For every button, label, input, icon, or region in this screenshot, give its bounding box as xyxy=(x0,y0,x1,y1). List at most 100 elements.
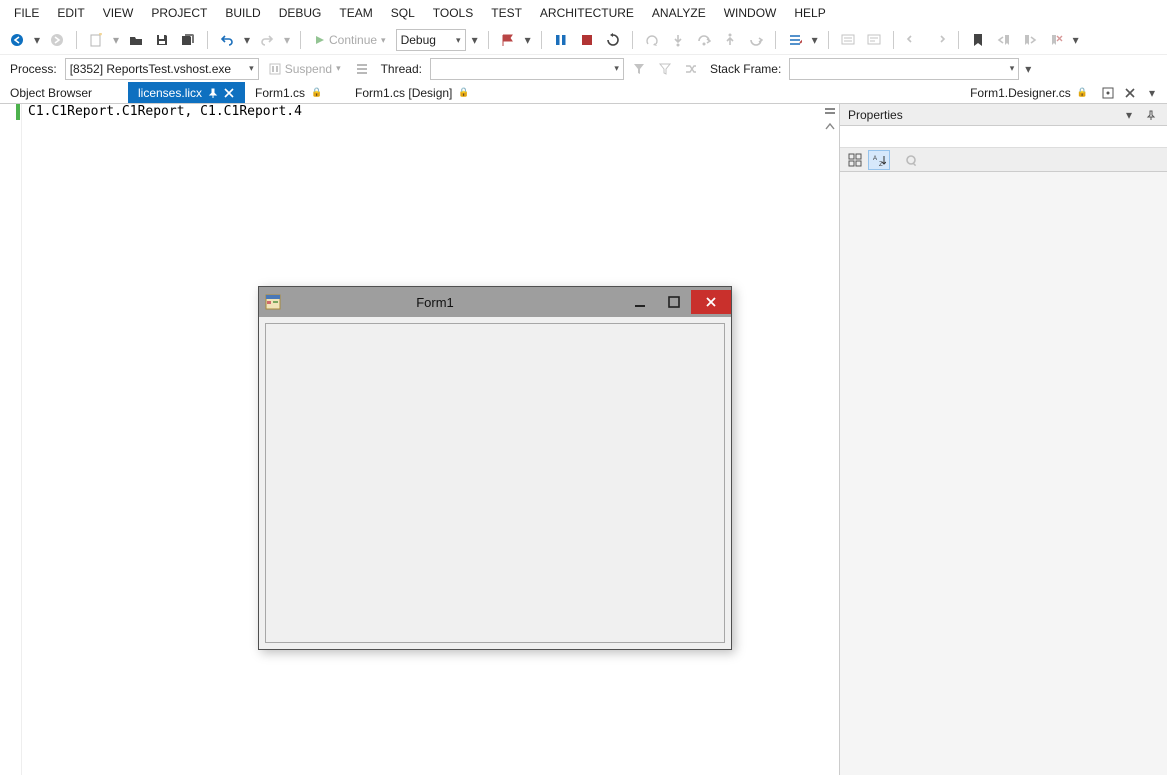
save-icon[interactable] xyxy=(151,29,173,51)
configuration-combo[interactable]: Debug ▾ xyxy=(396,29,466,51)
stop-icon[interactable] xyxy=(576,29,598,51)
menu-edit[interactable]: EDIT xyxy=(49,2,92,24)
menu-analyze[interactable]: ANALYZE xyxy=(644,2,714,24)
thread-icon[interactable] xyxy=(351,58,373,80)
nav-back-dropdown[interactable]: ▾ xyxy=(32,29,42,51)
step-over-icon[interactable] xyxy=(693,29,715,51)
menu-architecture[interactable]: ARCHITECTURE xyxy=(532,2,642,24)
bookmark-icon[interactable] xyxy=(967,29,989,51)
tab-form1-designer-cs[interactable]: Form1.Designer.cs 🔒 xyxy=(960,82,1099,103)
lock-icon: 🔒 xyxy=(1077,87,1088,98)
clear-bookmarks-icon[interactable] xyxy=(1045,29,1067,51)
thread-combo[interactable]: ▾ xyxy=(430,58,624,80)
menu-build[interactable]: BUILD xyxy=(217,2,268,24)
active-files-icon[interactable] xyxy=(1099,84,1117,102)
menu-file[interactable]: FILE xyxy=(6,2,47,24)
restart-icon[interactable] xyxy=(602,29,624,51)
menu-view[interactable]: VIEW xyxy=(95,2,142,24)
separator xyxy=(893,31,894,49)
intellitrace-icon[interactable] xyxy=(784,29,806,51)
suspend-label: Suspend xyxy=(285,62,332,76)
save-all-icon[interactable] xyxy=(177,29,199,51)
nav-back-icon[interactable] xyxy=(6,29,28,51)
svg-text:A: A xyxy=(873,156,877,162)
redo-icon[interactable] xyxy=(256,29,278,51)
step-out-icon[interactable] xyxy=(719,29,741,51)
redo-step-icon[interactable] xyxy=(928,29,950,51)
filter-icon[interactable] xyxy=(628,58,650,80)
undo-step-icon[interactable] xyxy=(902,29,924,51)
form-title: Form1 xyxy=(287,295,623,310)
lock-icon: 🔒 xyxy=(458,87,469,98)
continue-button[interactable]: Continue ▾ xyxy=(309,31,392,49)
tab-form1-cs[interactable]: Form1.cs 🔒 xyxy=(245,82,345,103)
pause-icon[interactable] xyxy=(550,29,572,51)
undo-dropdown[interactable]: ▾ xyxy=(242,29,252,51)
close-tab-icon[interactable] xyxy=(1121,84,1139,102)
process-label: Process: xyxy=(6,62,61,76)
tab-licenses[interactable]: licenses.licx xyxy=(128,82,245,103)
intellitrace-dropdown[interactable]: ▾ xyxy=(810,29,820,51)
show-next-statement-icon[interactable] xyxy=(641,29,663,51)
running-form-window[interactable]: Form1 xyxy=(258,286,732,650)
step-into-current-icon[interactable] xyxy=(745,29,767,51)
property-pages-icon[interactable] xyxy=(900,150,922,170)
open-file-icon[interactable] xyxy=(125,29,147,51)
step-into-icon[interactable] xyxy=(667,29,689,51)
flag-filter-icon[interactable] xyxy=(654,58,676,80)
toolbar-debug-location: Process: [8352] ReportsTest.vshost.exe ▾… xyxy=(0,54,1167,82)
pin-icon[interactable] xyxy=(208,88,218,98)
change-marker xyxy=(16,104,20,120)
alphabetical-icon[interactable]: AZ xyxy=(868,150,890,170)
chevron-down-icon: ▾ xyxy=(249,63,254,74)
lock-icon: 🔒 xyxy=(311,87,322,98)
scroll-up-icon[interactable] xyxy=(821,120,839,134)
suspend-button[interactable]: Suspend ▾ xyxy=(263,60,347,78)
close-button[interactable] xyxy=(691,290,731,314)
tab-form1-design[interactable]: Form1.cs [Design] 🔒 xyxy=(345,82,481,103)
maximize-button[interactable] xyxy=(657,290,691,314)
menu-help[interactable]: HELP xyxy=(786,2,833,24)
close-icon[interactable] xyxy=(224,88,234,98)
prev-bookmark-icon[interactable] xyxy=(993,29,1015,51)
chevron-down-icon: ▾ xyxy=(456,35,461,46)
nav-forward-icon[interactable] xyxy=(46,29,68,51)
uncomment-icon[interactable] xyxy=(863,29,885,51)
menu-project[interactable]: PROJECT xyxy=(143,2,215,24)
form-titlebar[interactable]: Form1 xyxy=(259,287,731,317)
toolbar-overflow[interactable]: ▾ xyxy=(1023,58,1033,80)
comment-icon[interactable] xyxy=(837,29,859,51)
separator xyxy=(775,31,776,49)
stackframe-combo[interactable]: ▾ xyxy=(789,58,1019,80)
new-item-icon[interactable] xyxy=(85,29,107,51)
document-tabs: Object Browser licenses.licx Form1.cs 🔒 … xyxy=(0,82,1167,104)
tab-object-browser[interactable]: Object Browser xyxy=(0,82,128,103)
window-position-icon[interactable]: ▾ xyxy=(1121,107,1137,123)
tab-dropdown-icon[interactable]: ▾ xyxy=(1143,84,1161,102)
breakpoint-flag-icon[interactable] xyxy=(497,29,519,51)
menu-debug[interactable]: DEBUG xyxy=(271,2,330,24)
process-value: [8352] ReportsTest.vshost.exe xyxy=(70,62,231,76)
new-item-dropdown[interactable]: ▾ xyxy=(111,29,121,51)
minimize-button[interactable] xyxy=(623,290,657,314)
process-combo[interactable]: [8352] ReportsTest.vshost.exe ▾ xyxy=(65,58,259,80)
properties-body xyxy=(840,172,1167,775)
menu-team[interactable]: TEAM xyxy=(331,2,380,24)
split-grip-icon[interactable] xyxy=(821,104,839,118)
menu-test[interactable]: TEST xyxy=(483,2,530,24)
properties-object-combo[interactable] xyxy=(840,126,1167,148)
menu-tools[interactable]: TOOLS xyxy=(425,2,481,24)
breakpoint-dropdown[interactable]: ▾ xyxy=(523,29,533,51)
menu-sql[interactable]: SQL xyxy=(383,2,423,24)
next-bookmark-icon[interactable] xyxy=(1019,29,1041,51)
toolbar-overflow[interactable]: ▾ xyxy=(1071,29,1081,51)
categorized-icon[interactable] xyxy=(844,150,866,170)
undo-icon[interactable] xyxy=(216,29,238,51)
properties-header: Properties ▾ xyxy=(840,104,1167,126)
redo-dropdown[interactable]: ▾ xyxy=(282,29,292,51)
auto-hide-icon[interactable] xyxy=(1143,107,1159,123)
shuffle-icon[interactable] xyxy=(680,58,702,80)
tab-label: licenses.licx xyxy=(138,86,202,100)
menu-window[interactable]: WINDOW xyxy=(716,2,785,24)
config-dropdown[interactable]: ▾ xyxy=(470,29,480,51)
